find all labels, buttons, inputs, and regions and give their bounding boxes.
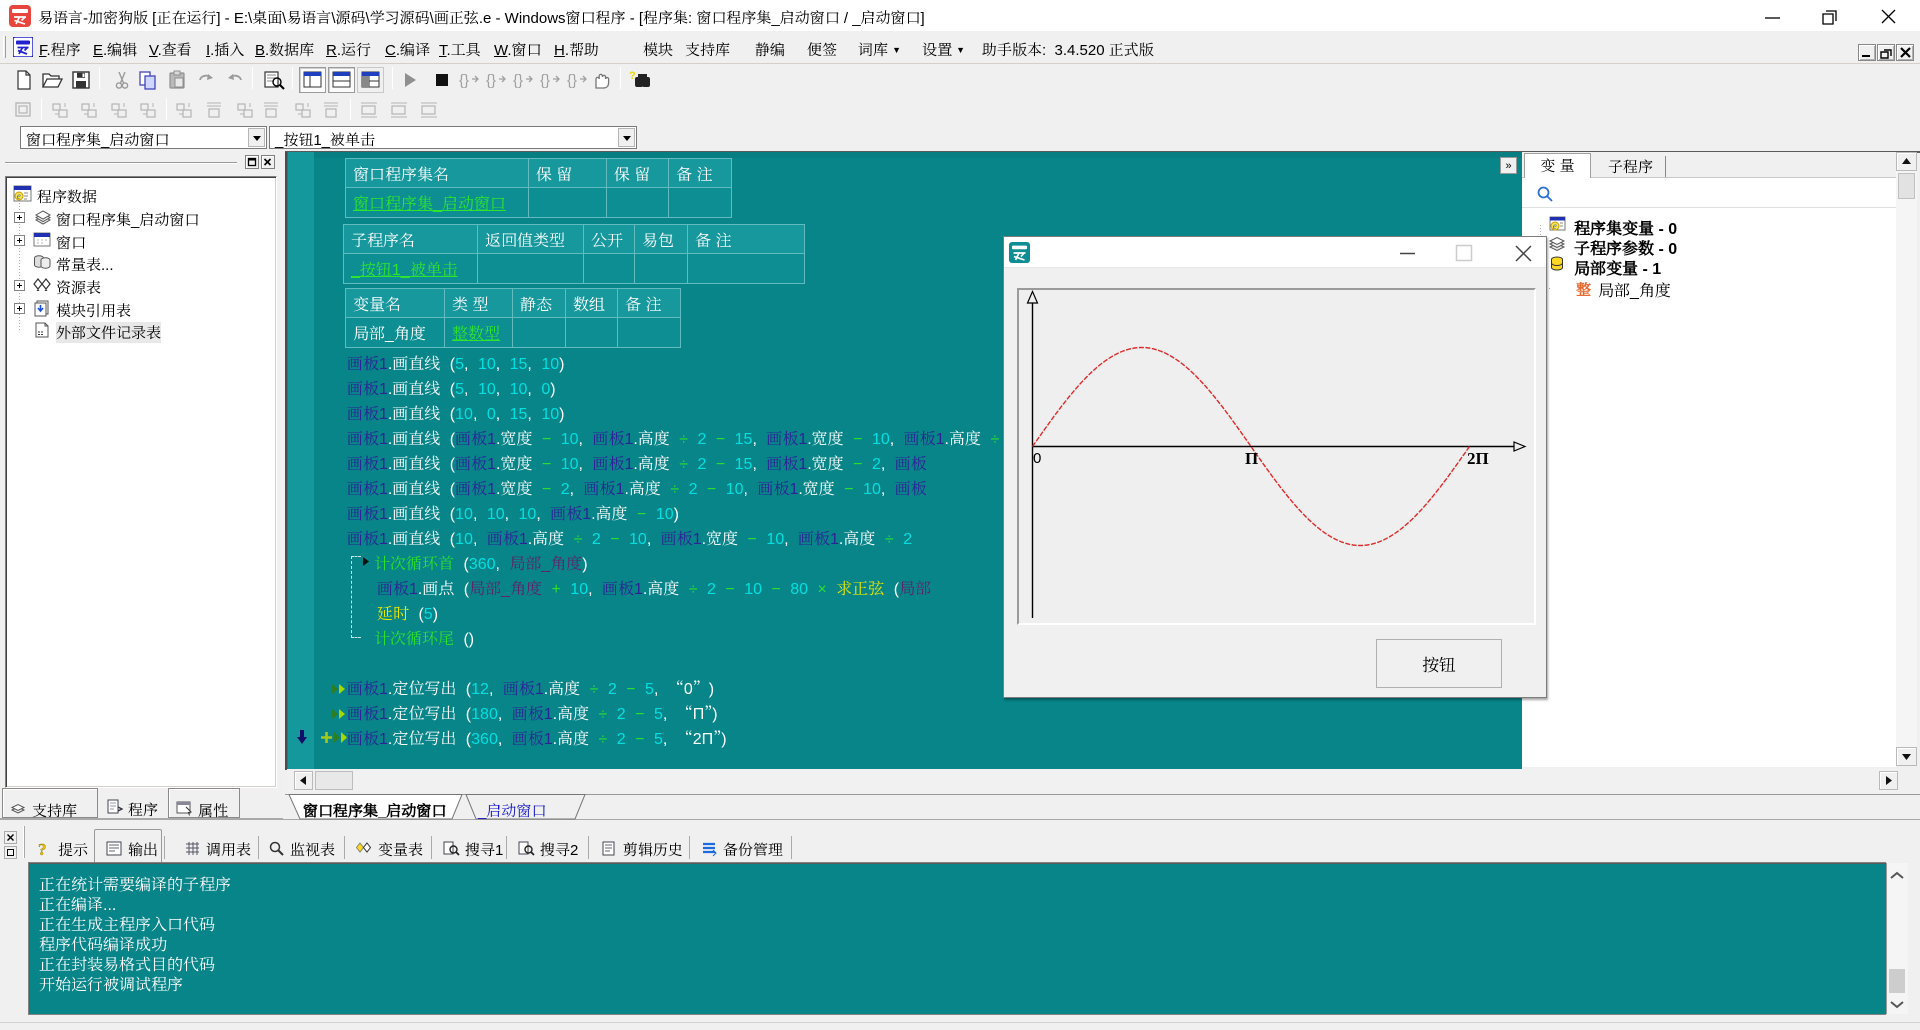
svg-text:Π: Π (1245, 449, 1258, 468)
svg-text:2Π: 2Π (1467, 449, 1489, 468)
svg-text:{}: {} (513, 72, 523, 89)
svg-text:e: e (17, 191, 21, 201)
svg-text:?: ? (629, 70, 636, 82)
svg-text:e: e (1553, 221, 1557, 231)
svg-text:?: ? (38, 840, 47, 857)
svg-text:{}: {} (459, 72, 469, 89)
svg-text:{}: {} (567, 72, 577, 89)
svg-text:0: 0 (1033, 450, 1041, 467)
svg-text:{}: {} (486, 72, 496, 89)
svg-text:{}: {} (540, 72, 550, 89)
